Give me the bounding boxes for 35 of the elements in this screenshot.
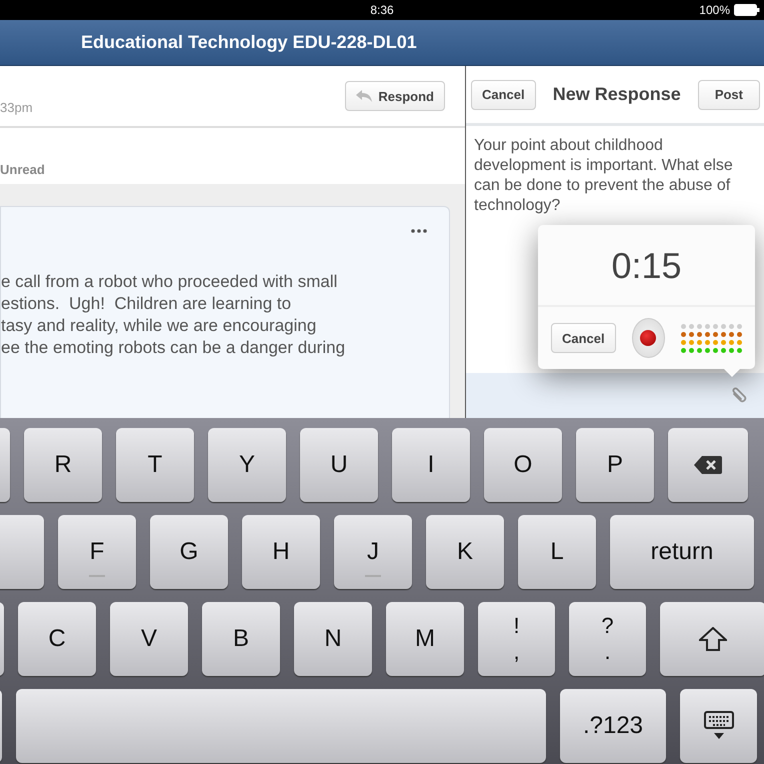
keyboard-key[interactable]: G bbox=[150, 515, 228, 589]
keyboard-key[interactable]: L bbox=[518, 515, 596, 589]
recording-timer: 0:15 bbox=[610, 245, 683, 287]
battery-percentage: 100% bbox=[699, 3, 730, 17]
keyboard-key[interactable]: ? . bbox=[569, 602, 646, 676]
numbers-key[interactable]: .?123 bbox=[560, 689, 666, 763]
composer-title: New Response bbox=[552, 84, 681, 105]
keyboard-key[interactable]: P bbox=[576, 428, 654, 502]
keyboard-key[interactable]: Y bbox=[208, 428, 286, 502]
cancel-button[interactable]: Cancel bbox=[471, 80, 536, 110]
keyboard-key[interactable]: J bbox=[334, 515, 412, 589]
unread-filter[interactable]: Unread bbox=[0, 162, 45, 177]
keyboard-key[interactable]: K bbox=[426, 515, 504, 589]
keyboard-key[interactable]: H bbox=[242, 515, 320, 589]
course-title: Educational Technology EDU-228-DL01 bbox=[81, 32, 417, 53]
response-text[interactable]: Your point about childhood development is important. What else can be done to prevent the abuse of technology? bbox=[474, 136, 756, 216]
keyboard-key[interactable]: M bbox=[386, 602, 464, 676]
post-button[interactable]: Post bbox=[698, 80, 760, 110]
keyboard-key[interactable]: I bbox=[392, 428, 470, 502]
keyboard-key[interactable]: C bbox=[18, 602, 96, 676]
post-time: 33pm bbox=[0, 100, 33, 114]
keyboard-key[interactable]: V bbox=[110, 602, 188, 676]
keyboard-key[interactable]: B bbox=[202, 602, 280, 676]
keyboard-key[interactable]: R bbox=[24, 428, 102, 502]
keyboard-key[interactable]: F bbox=[58, 515, 136, 589]
return-key[interactable]: return bbox=[610, 515, 754, 589]
keyboard-key[interactable]: T bbox=[116, 428, 194, 502]
keyboard-key[interactable]: N bbox=[294, 602, 372, 676]
post-body: e call from a robot who proceeded with small estions. Ugh! Children are learning to tasy and reality, while we are encouraging ee the emoting robots can be a danger during bbox=[1, 271, 346, 359]
keyboard-key[interactable]: O bbox=[484, 428, 562, 502]
status-time: 8:36 bbox=[370, 3, 394, 17]
keyboard-key[interactable]: U bbox=[300, 428, 378, 502]
keyboard-key[interactable]: ! , bbox=[478, 602, 555, 676]
recorder-cancel-button[interactable]: Cancel bbox=[551, 323, 616, 353]
respond-button[interactable]: Respond bbox=[345, 81, 445, 111]
